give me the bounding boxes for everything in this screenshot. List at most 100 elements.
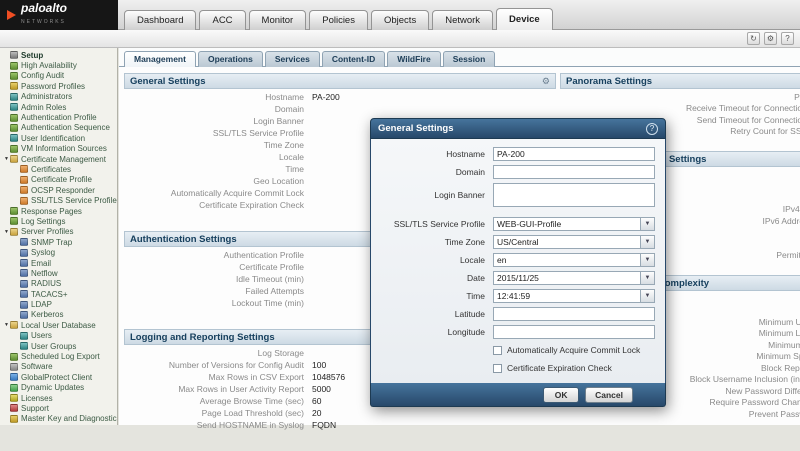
sidebar-item[interactable]: Certificates (10, 164, 117, 174)
tree-arrow-icon[interactable]: ▼ (3, 229, 10, 235)
main-nav-tab[interactable]: Objects (371, 10, 429, 30)
field-label: Longitude (381, 327, 493, 337)
dialog-field-row: ▼ Automatically Acquire Commit Lock (381, 343, 655, 357)
sidebar-item[interactable]: ▼ Local User Database (0, 320, 117, 330)
gear-icon[interactable]: ⚙ (764, 32, 777, 45)
section-header: Panorama Settings ⚙ (560, 73, 800, 89)
sidebar-item-label: Certificate Profile (31, 175, 92, 184)
sidebar-item[interactable]: Dynamic Updates (0, 383, 117, 393)
help-icon[interactable]: ? (781, 32, 794, 45)
dropdown-arrow-icon[interactable]: ▼ (640, 217, 655, 231)
field-input[interactable] (493, 289, 640, 303)
field-input[interactable] (493, 235, 640, 249)
cert-icon (20, 197, 28, 205)
dropdown-arrow-icon[interactable]: ▼ (640, 289, 655, 303)
field-input[interactable] (493, 253, 640, 267)
sidebar-item[interactable]: User Groups (10, 341, 117, 351)
edit-section-icon[interactable]: ⚙ (542, 77, 550, 86)
sidebar-item[interactable]: Kerberos (10, 310, 117, 320)
row-label: Authentication Profile (124, 250, 312, 260)
field-input[interactable] (493, 271, 640, 285)
sidebar-item[interactable]: Licenses (0, 393, 117, 403)
sidebar-item[interactable]: Log Settings (0, 216, 117, 226)
sidebar-item[interactable]: Setup (0, 50, 117, 60)
sidebar-item[interactable]: Config Audit (0, 71, 117, 81)
settings-row: Send HOSTNAME in Syslog FQDN (124, 419, 556, 431)
dropdown-arrow-icon[interactable]: ▼ (640, 253, 655, 267)
sidebar-item[interactable]: SNMP Trap (10, 237, 117, 247)
main-nav-tab[interactable]: Network (432, 10, 493, 30)
sidebar-item[interactable]: User Identification (0, 133, 117, 143)
row-label: Time (124, 164, 312, 174)
checkbox-label: Certificate Expiration Check (507, 363, 612, 373)
sub-toolbar: ↻ ⚙? (0, 30, 800, 48)
setup-tab[interactable]: Content-ID (322, 51, 385, 67)
sidebar-item[interactable]: Software (0, 362, 117, 372)
server-icon (20, 238, 28, 246)
field-control: ▼ (493, 217, 655, 231)
refresh-icon[interactable]: ↻ (747, 32, 760, 45)
setup-tab[interactable]: Services (265, 51, 320, 67)
main-nav-tab[interactable]: Device (496, 8, 553, 30)
dialog-field-row: Hostname ▼ (381, 147, 655, 161)
sidebar-item[interactable]: LDAP (10, 299, 117, 309)
dropdown-arrow-icon[interactable]: ▼ (640, 235, 655, 249)
sidebar-item[interactable]: SSL/TLS Service Profile (10, 195, 117, 205)
setup-tab[interactable]: WildFire (387, 51, 440, 67)
sidebar-item[interactable]: Scheduled Log Export (0, 351, 117, 361)
sidebar-item[interactable]: High Availability (0, 60, 117, 70)
sidebar-item[interactable]: Syslog (10, 247, 117, 257)
sidebar-item[interactable]: Authentication Sequence (0, 123, 117, 133)
row-label: Time Zone (124, 140, 312, 150)
sidebar-item[interactable]: VM Information Sources (0, 144, 117, 154)
sidebar-item[interactable]: Admin Roles (0, 102, 117, 112)
sidebar-item[interactable]: Password Profiles (0, 81, 117, 91)
main-nav-tab[interactable]: ACC (199, 10, 245, 30)
row-value: FQDN (312, 420, 336, 430)
field-input[interactable] (493, 325, 655, 339)
settings-row: Prevent Password Reuse Limit (560, 408, 800, 420)
sidebar-item[interactable]: Users (10, 331, 117, 341)
dropdown-arrow-icon[interactable]: ▼ (640, 271, 655, 285)
row-value: 20 (312, 408, 321, 418)
sidebar-item[interactable]: ▼ Certificate Management (0, 154, 117, 164)
sidebar-item[interactable]: Authentication Profile (0, 112, 117, 122)
tree-arrow-icon[interactable]: ▼ (3, 322, 10, 328)
dialog-field-row: Time ▼ (381, 289, 655, 303)
sidebar-item[interactable]: GlobalProtect Client (0, 372, 117, 382)
field-label: Domain (381, 167, 493, 177)
field-control: ▼ Certificate Expiration Check (493, 361, 655, 375)
setup-tab[interactable]: Management (124, 51, 196, 67)
cancel-button[interactable]: Cancel (585, 387, 633, 403)
main-nav-tab[interactable]: Monitor (249, 10, 307, 30)
field-input[interactable] (493, 165, 655, 179)
field-input[interactable] (493, 217, 640, 231)
field-textarea[interactable] (493, 183, 655, 207)
row-label: Certificate Profile (124, 262, 312, 272)
main-nav-tabs: DashboardACCMonitorPoliciesObjectsNetwor… (124, 8, 553, 30)
sidebar-item[interactable]: OCSP Responder (10, 185, 117, 195)
main-nav-tab[interactable]: Dashboard (124, 10, 196, 30)
setup-tab[interactable]: Session (443, 51, 496, 67)
sidebar-item[interactable]: Support (0, 403, 117, 413)
row-label: Panorama Servers (560, 92, 800, 102)
tree-arrow-icon[interactable]: ▼ (3, 156, 10, 162)
sidebar-item[interactable]: Response Pages (0, 206, 117, 216)
sidebar-item[interactable]: ▼ Server Profiles (0, 227, 117, 237)
main-nav-tab[interactable]: Policies (309, 10, 368, 30)
sidebar-item[interactable]: Certificate Profile (10, 175, 117, 185)
field-checkbox[interactable] (493, 364, 502, 373)
sidebar-item[interactable]: Email (10, 258, 117, 268)
sidebar-item[interactable]: Administrators (0, 92, 117, 102)
help-icon[interactable]: ? (646, 123, 658, 135)
field-input[interactable] (493, 307, 655, 321)
field-checkbox[interactable] (493, 346, 502, 355)
setup-tab[interactable]: Operations (198, 51, 263, 67)
sidebar-item[interactable]: Netflow (10, 268, 117, 278)
ok-button[interactable]: OK (543, 387, 579, 403)
sidebar-item[interactable]: RADIUS (10, 279, 117, 289)
field-input[interactable] (493, 147, 655, 161)
sidebar-item[interactable]: TACACS+ (10, 289, 117, 299)
sidebar-item-label: Software (21, 362, 53, 371)
sidebar-item[interactable]: Master Key and Diagnostics (0, 414, 117, 424)
